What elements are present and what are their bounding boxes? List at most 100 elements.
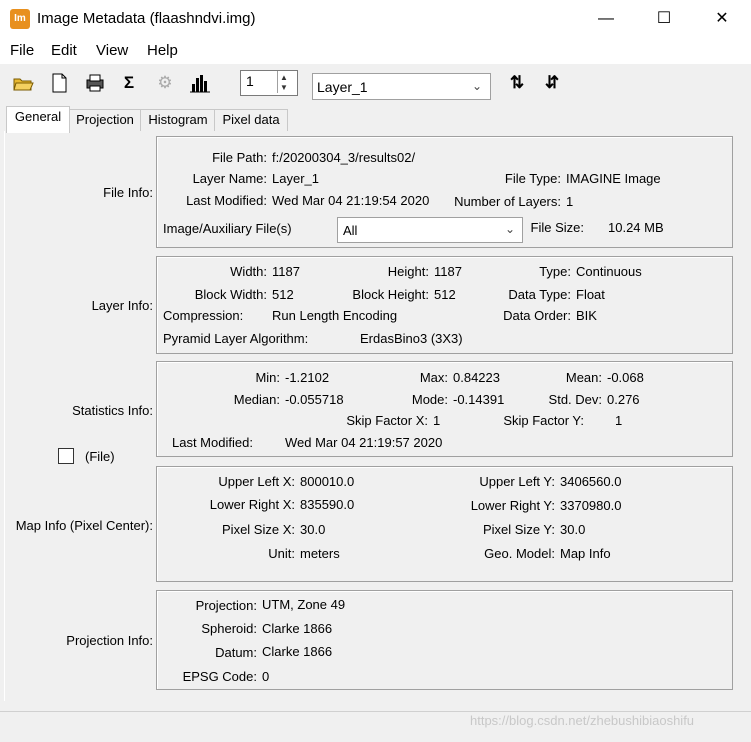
type-label: Type: <box>539 264 571 279</box>
compression-value: Run Length Encoding <box>272 308 398 323</box>
upper-left-x-value: 800010.0 <box>300 474 355 489</box>
projection-info-label: Projection Info: <box>66 633 153 648</box>
data-type-value: Float <box>576 287 605 302</box>
upper-left-y-value: 3406560.0 <box>560 474 622 489</box>
geo-model-label: Geo. Model: <box>484 546 555 561</box>
median-label: Median: <box>233 392 280 407</box>
spinner-up-icon[interactable]: ▲ <box>280 73 288 82</box>
new-document-icon[interactable] <box>48 72 70 94</box>
skip-factor-x-value: 1 <box>433 413 441 428</box>
mode-value: -0.14391 <box>453 392 505 407</box>
maximize-button[interactable]: ☐ <box>635 0 693 38</box>
file-path-label: File Path: <box>212 150 267 165</box>
height-label: Height: <box>387 264 429 279</box>
spinner-down-icon[interactable]: ▼ <box>280 83 288 92</box>
min-value: -1.2102 <box>285 370 330 385</box>
spheroid-label: Spheroid: <box>201 621 257 636</box>
pixel-size-x-label: Pixel Size X: <box>222 522 295 537</box>
pixel-size-y-label: Pixel Size Y: <box>482 522 555 537</box>
tab-projection[interactable]: Projection <box>68 109 142 132</box>
file-checkbox-label[interactable]: (File) <box>85 449 115 464</box>
layer-select-value: Layer_1 <box>317 79 368 95</box>
pyramid-value: ErdasBino3 (3X3) <box>360 331 463 346</box>
close-button[interactable]: ✕ <box>693 0 751 38</box>
mean-label: Mean: <box>565 370 602 385</box>
upper-left-x-label: Upper Left X: <box>218 474 295 489</box>
window-title: Image Metadata (flaashndvi.img) <box>37 10 256 27</box>
layer-number-value[interactable]: 1 <box>246 73 254 89</box>
stats-last-modified-label: Last Modified: <box>172 435 253 450</box>
unit-label: Unit: <box>268 546 295 561</box>
chevron-down-icon[interactable]: ⌄ <box>505 222 515 236</box>
aux-files-value: All <box>343 223 358 238</box>
epsg-code-label: EPSG Code: <box>182 669 257 684</box>
max-label: Max: <box>419 370 448 385</box>
histogram-icon[interactable] <box>189 72 211 94</box>
menu-file[interactable]: File <box>10 42 34 59</box>
block-width-value: 512 <box>272 287 294 302</box>
aux-files-select[interactable] <box>337 217 523 243</box>
width-label: Width: <box>230 264 267 279</box>
file-checkbox[interactable] <box>58 448 74 464</box>
block-width-label: Block Width: <box>194 287 267 302</box>
file-type-value: IMAGINE Image <box>566 171 661 186</box>
lower-right-x-value: 835590.0 <box>300 497 355 512</box>
height-value: 1187 <box>434 264 462 279</box>
num-layers-label: Number of Layers: <box>454 194 561 209</box>
menu-help[interactable]: Help <box>147 42 178 59</box>
lower-right-y-label: Lower Right Y: <box>470 498 555 513</box>
tab-pixel-data[interactable]: Pixel data <box>214 109 288 132</box>
pixel-size-y-value: 30.0 <box>560 522 586 537</box>
last-modified-label: Last Modified: <box>186 193 267 208</box>
geo-model-value: Map Info <box>560 546 611 561</box>
median-value: -0.055718 <box>285 392 344 407</box>
projection-label: Projection: <box>195 598 257 613</box>
menu-edit[interactable]: Edit <box>51 42 77 59</box>
menu-view[interactable]: View <box>96 42 128 59</box>
block-height-value: 512 <box>434 287 456 302</box>
file-type-label: File Type: <box>504 171 561 186</box>
mean-value: -0.068 <box>607 370 644 385</box>
chevron-down-icon[interactable]: ⌄ <box>472 79 482 93</box>
sort-ascending-icon[interactable]: ⇅ <box>506 72 528 94</box>
layer-info-label: Layer Info: <box>91 298 153 313</box>
std-dev-value: 0.276 <box>607 392 640 407</box>
sort-descending-icon[interactable]: ⇵ <box>541 72 563 94</box>
block-height-label: Block Height: <box>352 287 429 302</box>
layer-name-value: Layer_1 <box>272 171 319 186</box>
skip-factor-x-label: Skip Factor X: <box>346 413 428 428</box>
projection-value: UTM, Zone 49 <box>262 597 346 612</box>
tab-histogram[interactable]: Histogram <box>140 109 216 132</box>
lower-right-x-label: Lower Right X: <box>209 497 295 512</box>
compression-label: Compression: <box>163 308 244 323</box>
data-order-value: BIK <box>576 308 597 323</box>
aux-files-label: Image/Auxiliary File(s) <box>163 221 292 236</box>
type-value: Continuous <box>576 264 642 279</box>
file-size-value: 10.24 MB <box>608 220 664 235</box>
epsg-code-value: 0 <box>262 669 270 684</box>
datum-label: Datum: <box>215 645 257 660</box>
statistics-info-label: Statistics Info: <box>72 403 153 418</box>
gear-icon[interactable]: ⚙ <box>154 72 176 94</box>
open-folder-icon[interactable] <box>12 72 34 94</box>
map-info-label: Map Info (Pixel Center): <box>15 518 153 533</box>
minimize-button[interactable]: — <box>577 0 635 38</box>
upper-left-y-label: Upper Left Y: <box>479 474 555 489</box>
printer-icon[interactable] <box>84 72 106 94</box>
min-label: Min: <box>255 370 280 385</box>
last-modified-value: Wed Mar 04 21:19:54 2020 <box>272 193 430 208</box>
app-icon: Im <box>10 9 30 29</box>
std-dev-label: Std. Dev: <box>548 392 602 407</box>
file-path-value: f:/20200304_3/results02/ <box>272 150 416 165</box>
max-value: 0.84223 <box>453 370 500 385</box>
file-size-label: File Size: <box>530 220 584 235</box>
mode-label: Mode: <box>411 392 448 407</box>
num-layers-value: 1 <box>566 194 574 209</box>
layer-name-label: Layer Name: <box>192 171 267 186</box>
sigma-statistics-icon[interactable]: Σ <box>118 72 140 94</box>
tab-general[interactable]: General <box>6 106 70 133</box>
skip-factor-y-label: Skip Factor Y: <box>503 413 584 428</box>
pixel-size-x-value: 30.0 <box>300 522 326 537</box>
datum-value: Clarke 1866 <box>262 644 333 659</box>
file-info-label: File Info: <box>103 185 153 200</box>
